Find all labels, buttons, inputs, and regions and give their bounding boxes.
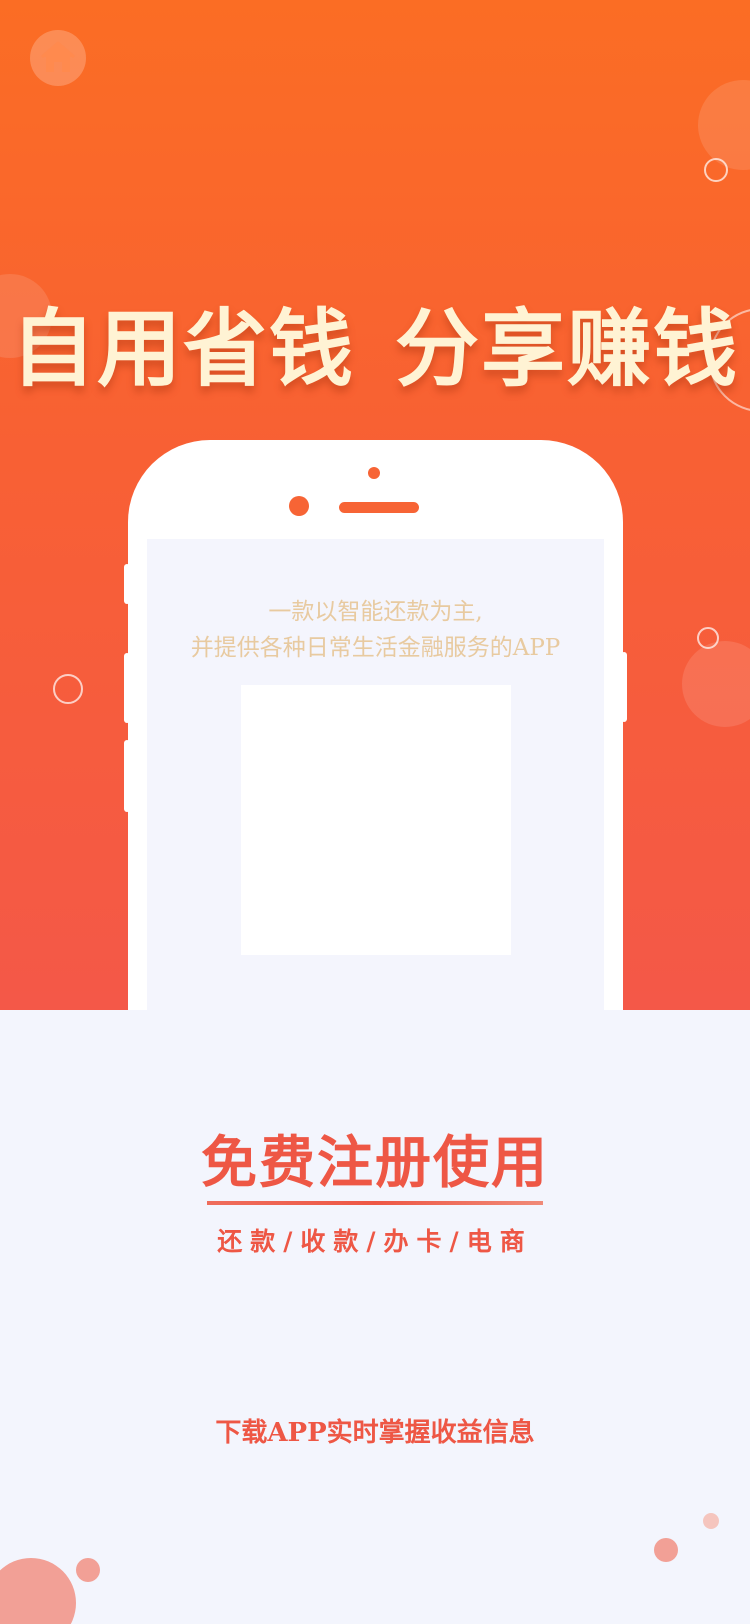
service-list: 还款/收款/办卡/电商 — [217, 1227, 533, 1256]
decor-dot — [76, 1558, 100, 1582]
phone-camera — [289, 496, 309, 516]
phone-side-button — [124, 564, 130, 604]
decor-bubble — [698, 80, 750, 170]
phone-speaker — [339, 502, 419, 513]
phone-side-button — [124, 740, 130, 812]
home-icon — [41, 41, 75, 72]
decor-dot — [654, 1538, 678, 1562]
decor-ring — [53, 674, 83, 704]
hero-banner: 自用省钱 分享赚钱 一款以智能还款为主, 并提供各种日常生活金融服务的APP — [0, 0, 750, 1010]
decor-dot — [703, 1513, 719, 1529]
decor-ring — [704, 158, 728, 182]
cta-section: 免费注册使用 还款/收款/办卡/电商 下载APP实时掌握收益信息 — [0, 1010, 750, 1624]
decor-bubble — [682, 641, 750, 727]
phone-side-button — [124, 653, 130, 723]
phone-screen: 一款以智能还款为主, 并提供各种日常生活金融服务的APP — [147, 539, 604, 1010]
qr-code-area — [241, 685, 511, 955]
cta-title: 免费注册使用 — [201, 1130, 549, 1196]
phone-mockup: 一款以智能还款为主, 并提供各种日常生活金融服务的APP — [124, 440, 627, 1010]
phone-side-button — [621, 652, 627, 722]
headline-save: 自用省钱 — [10, 300, 355, 398]
phone-sensor — [368, 467, 380, 479]
tagline-line-2: 并提供各种日常生活金融服务的APP — [190, 635, 561, 661]
download-prompt: 下载APP实时掌握收益信息 — [215, 1418, 535, 1448]
home-button[interactable] — [30, 30, 86, 86]
tagline-line-1: 一款以智能还款为主, — [268, 599, 483, 625]
app-tagline: 一款以智能还款为主, 并提供各种日常生活金融服务的APP — [147, 594, 604, 666]
hero-headline: 自用省钱 分享赚钱 — [0, 282, 750, 403]
title-underline — [207, 1201, 543, 1205]
headline-earn: 分享赚钱 — [395, 300, 740, 398]
decor-dot — [0, 1558, 76, 1624]
